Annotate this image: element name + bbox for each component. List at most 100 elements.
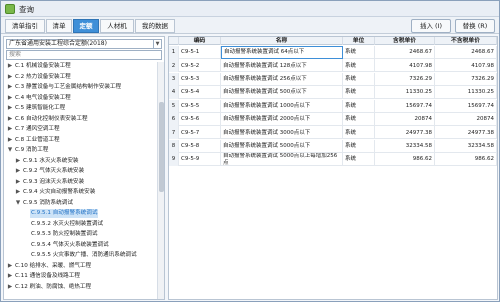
unit-cell[interactable]: 系统	[343, 99, 375, 113]
tree-node[interactable]: C.9.5.4 气体灭火系统装置调试	[22, 241, 110, 250]
code-cell[interactable]: C9-5-7	[179, 126, 221, 140]
tree-node[interactable]: C.9.5.1 自动报警系统调试	[22, 209, 99, 218]
collapsed-icon[interactable]: ▶	[14, 157, 22, 166]
tax-price-cell[interactable]: 15697.74	[375, 99, 435, 113]
expanded-icon[interactable]: ▼	[14, 199, 22, 208]
tax-price-cell[interactable]: 4107.98	[375, 59, 435, 73]
name-cell[interactable]: 自动报警系统装置调试 5000点以下	[221, 139, 343, 153]
search-input[interactable]: 搜索	[6, 50, 162, 60]
collapsed-icon[interactable]: ▶	[6, 283, 14, 292]
name-cell[interactable]: 自动报警系统装置调试 5000点以上每增加256点	[221, 153, 343, 167]
code-cell[interactable]: C9-5-6	[179, 113, 221, 126]
tree-node[interactable]: ▶ C.8 工业管道工程	[6, 136, 61, 145]
tree-node[interactable]: ▶ C.11 通信设备及线路工程	[6, 272, 81, 281]
tax-price-cell[interactable]: 986.62	[375, 153, 435, 167]
name-cell[interactable]: 自动报警系统装置调试 2000点以下	[221, 113, 343, 126]
tree-node[interactable]: ▶ C.9.3 泡沫灭火系统安装	[14, 178, 85, 187]
name-cell[interactable]: 自动报警系统装置调试 64点以下	[221, 46, 343, 59]
tree-node[interactable]: ▶ C.7 通风空调工程	[6, 125, 61, 134]
code-cell[interactable]: C9-5-8	[179, 139, 221, 153]
collapsed-icon[interactable]: ▶	[14, 167, 22, 176]
code-cell[interactable]: C9-5-5	[179, 99, 221, 113]
chevron-down-icon[interactable]: ▼	[153, 40, 161, 48]
notax-price-cell[interactable]: 11330.25	[435, 86, 497, 100]
table-row[interactable]: 1 C9-5-1 自动报警系统装置调试 64点以下 系统 2468.67 2468.67	[169, 46, 497, 59]
tax-price-cell[interactable]: 11330.25	[375, 86, 435, 100]
name-cell[interactable]: 自动报警系统装置调试 1000点以下	[221, 99, 343, 113]
collapsed-icon[interactable]: ▶	[6, 262, 14, 271]
expanded-icon[interactable]: ▼	[6, 146, 14, 155]
tree-node[interactable]: ▶ C.9.4 火灾自动报警系统安装	[14, 188, 96, 197]
code-cell[interactable]: C9-5-2	[179, 59, 221, 73]
header-notax-price[interactable]: 不含税单价	[435, 37, 497, 45]
tree-node[interactable]: ▶ C.4 电气设备安装工程	[6, 94, 72, 103]
tab-list-guide[interactable]: 清单指引	[5, 19, 45, 33]
scrollbar-thumb[interactable]	[159, 102, 164, 192]
tax-price-cell[interactable]: 2468.67	[375, 46, 435, 59]
tab-quota[interactable]: 定额	[73, 19, 99, 33]
notax-price-cell[interactable]: 4107.98	[435, 59, 497, 73]
notax-price-cell[interactable]: 2468.67	[435, 46, 497, 59]
collapsed-icon[interactable]: ▶	[6, 104, 14, 113]
insert-button[interactable]: 插入 (I)	[411, 19, 451, 33]
header-unit[interactable]: 单位	[343, 37, 375, 45]
header-code[interactable]: 编码	[179, 37, 221, 45]
collapsed-icon[interactable]: ▶	[6, 73, 14, 82]
tree-node[interactable]: ▶ C.5 建筑智能化工程	[6, 104, 66, 113]
tree-node[interactable]: ▶ C.3 静置设备与工艺金属结构制作安装工程	[6, 83, 122, 92]
tree-node[interactable]: ▶ C.12 刷油、防腐蚀、绝热工程	[6, 283, 92, 292]
unit-cell[interactable]: 系统	[343, 46, 375, 59]
library-select[interactable]: 广东省通用安装工程综合定额(2018) ▼	[6, 39, 162, 49]
table-row[interactable]: 2 C9-5-2 自动报警系统装置调试 128点以下 系统 4107.98 4107.98	[169, 59, 497, 73]
header-name[interactable]: 名称	[221, 37, 343, 45]
table-row[interactable]: 8 C9-5-8 自动报警系统装置调试 5000点以下 系统 32334.58 32334…	[169, 139, 497, 153]
table-row[interactable]: 5 C9-5-5 自动报警系统装置调试 1000点以下 系统 15697.74 15697…	[169, 99, 497, 113]
tree-node[interactable]: ▼ C.9.5 消防系统调试	[14, 199, 74, 208]
notax-price-cell[interactable]: 24977.38	[435, 126, 497, 140]
tree-node[interactable]: ▶ C.9.2 气体灭火系统安装	[14, 167, 85, 176]
table-row[interactable]: 7 C9-5-7 自动报警系统装置调试 3000点以下 系统 24977.38 24977…	[169, 126, 497, 140]
tree-node[interactable]: ▼ C.9 消防工程	[6, 146, 49, 155]
collapsed-icon[interactable]: ▶	[14, 178, 22, 187]
table-row[interactable]: 6 C9-5-6 自动报警系统装置调试 2000点以下 系统 20874 20874	[169, 113, 497, 126]
tree-node[interactable]: ▶ C.1 机械设备安装工程	[6, 62, 72, 71]
unit-cell[interactable]: 系统	[343, 139, 375, 153]
name-cell[interactable]: 自动报警系统装置调试 128点以下	[221, 59, 343, 73]
tab-labor-material[interactable]: 人材机	[100, 19, 134, 33]
table-row[interactable]: 9 C9-5-9 自动报警系统装置调试 5000点以上每增加256点 系统 986.62…	[169, 153, 497, 167]
collapsed-icon[interactable]: ▶	[6, 136, 14, 145]
tree-node[interactable]: C.9.5.3 防火控制装置调试	[22, 230, 98, 239]
replace-button[interactable]: 替换 (R)	[455, 19, 495, 33]
tree-node[interactable]: C.9.5.5 火灾事故广播、消防通讯系统调试	[22, 251, 138, 260]
notax-price-cell[interactable]: 7326.29	[435, 72, 497, 86]
tree-node[interactable]: ▶ C.9.1 水灭火系统安装	[14, 157, 80, 166]
tree-node[interactable]: ▶ C.2 热力设备安装工程	[6, 73, 72, 82]
tax-price-cell[interactable]: 24977.38	[375, 126, 435, 140]
code-cell[interactable]: C9-5-9	[179, 153, 221, 167]
code-cell[interactable]: C9-5-4	[179, 86, 221, 100]
collapsed-icon[interactable]: ▶	[6, 62, 14, 71]
tax-price-cell[interactable]: 20874	[375, 113, 435, 126]
unit-cell[interactable]: 系统	[343, 126, 375, 140]
collapsed-icon[interactable]: ▶	[6, 125, 14, 134]
notax-price-cell[interactable]: 20874	[435, 113, 497, 126]
name-cell[interactable]: 自动报警系统装置调试 256点以下	[221, 72, 343, 86]
notax-price-cell[interactable]: 32334.58	[435, 139, 497, 153]
collapsed-icon[interactable]: ▶	[6, 83, 14, 92]
tree-node[interactable]: ▶ C.10 给排水、采暖、燃气工程	[6, 262, 92, 271]
tab-my-data[interactable]: 我的数据	[135, 19, 175, 33]
code-cell[interactable]: C9-5-3	[179, 72, 221, 86]
collapsed-icon[interactable]: ▶	[6, 94, 14, 103]
notax-price-cell[interactable]: 15697.74	[435, 99, 497, 113]
name-cell[interactable]: 自动报警系统装置调试 3000点以下	[221, 126, 343, 140]
unit-cell[interactable]: 系统	[343, 59, 375, 73]
header-tax-price[interactable]: 含税单价	[375, 37, 435, 45]
unit-cell[interactable]: 系统	[343, 153, 375, 167]
unit-cell[interactable]: 系统	[343, 113, 375, 126]
collapsed-icon[interactable]: ▶	[14, 188, 22, 197]
notax-price-cell[interactable]: 986.62	[435, 153, 497, 167]
tax-price-cell[interactable]: 7326.29	[375, 72, 435, 86]
tree-node[interactable]: ▶ C.6 自动化控制仪表安装工程	[6, 115, 89, 124]
table-row[interactable]: 4 C9-5-4 自动报警系统装置调试 500点以下 系统 11330.25 11330.…	[169, 86, 497, 100]
tree-node[interactable]: C.9.5.2 水灭火控制装置调试	[22, 220, 104, 229]
